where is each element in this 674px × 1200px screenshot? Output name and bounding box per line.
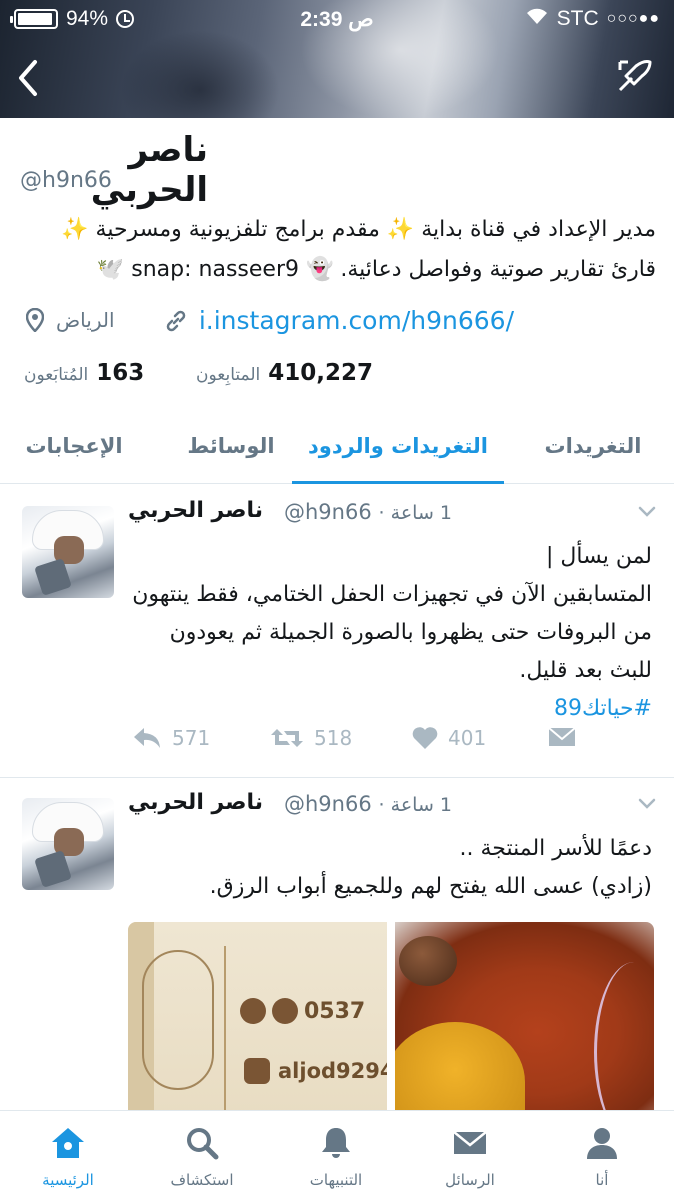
bottom-tab-bar: الرئيسية استكشاف التنبيهات الرسائل أنا [0, 1110, 674, 1200]
followers-stat[interactable]: المتابِعون 410,227 [196, 360, 373, 386]
tweet-header: ناصر الحربي @h9n66 1 ساعة · [128, 498, 658, 530]
tab-notifications[interactable]: التنبيهات [286, 1111, 386, 1200]
reply-count: 571 [172, 726, 211, 750]
profile-banner: 94% 2:39 ص STC ○○○●● [0, 0, 674, 118]
media-instagram-text: aljod9294 [278, 1059, 387, 1083]
tweet-line: للبث بعد قليل. [519, 658, 652, 683]
status-bar: 94% 2:39 ص STC ○○○●● [0, 0, 674, 38]
tweet-actions: 571 518 401 [128, 726, 652, 762]
tab-messages[interactable]: الرسائل [420, 1111, 520, 1200]
followers-label: المتابِعون [196, 365, 261, 385]
reply-icon [134, 728, 160, 748]
tweet[interactable]: ناصر الحربي @h9n66 1 ساعة · دعمًا للأسر … [0, 778, 674, 1122]
signal-icon: ○○○●● [606, 10, 660, 27]
profile-handle: @h9n66 [20, 168, 112, 193]
profile-bio: مدير الإعداد في قناة بداية ✨ مقدم برامج … [16, 210, 656, 290]
feather-icon [618, 60, 652, 92]
retweet-count: 518 [314, 726, 353, 750]
tweet-time: 1 ساعة · [378, 502, 452, 524]
like-button[interactable]: 401 [412, 726, 486, 750]
chevron-down-icon[interactable] [636, 500, 658, 522]
like-count: 401 [448, 726, 487, 750]
search-icon [187, 1128, 219, 1160]
location-pin-icon [26, 308, 44, 332]
envelope-icon [453, 1131, 487, 1154]
following-stat[interactable]: المُتابَعون 163 [24, 360, 144, 386]
following-count: 163 [96, 360, 145, 386]
media-phone: 0537 [240, 998, 365, 1024]
tweet-line: المتسابقين الآن في تجهيزات الحفل الختامي… [132, 582, 652, 607]
tweet-time: 1 ساعة · [378, 794, 452, 816]
bio-line: قارئ تقارير صوتية وفواصل دعائية. 👻 snap:… [96, 257, 656, 282]
profile-link[interactable]: i.instagram.com/h9n666/ [165, 306, 514, 335]
media-phone-text: 0537 [304, 998, 366, 1024]
following-label: المُتابَعون [24, 365, 89, 385]
tab-tweets-replies[interactable]: التغريدات والردود [292, 410, 504, 484]
location-label: الرياض [56, 308, 115, 332]
tab-tweets[interactable]: التغريدات [512, 410, 674, 484]
tweet-line: لمن يسأل | [545, 544, 652, 569]
reply-button[interactable]: 571 [132, 726, 210, 750]
avatar[interactable] [22, 798, 114, 890]
link-icon [166, 310, 186, 331]
tweet[interactable]: ناصر الحربي @h9n66 1 ساعة · لمن يسأل | ا… [0, 486, 674, 778]
tweet-header: ناصر الحربي @h9n66 1 ساعة · [128, 790, 658, 822]
retweet-icon [271, 729, 303, 747]
chevron-left-icon [19, 60, 37, 96]
hashtag-link[interactable]: #حياتك89 [128, 690, 652, 728]
instagram-icon [244, 1058, 270, 1084]
bell-icon [322, 1128, 350, 1158]
tab-likes[interactable]: الإعجابات [10, 410, 138, 484]
avatar[interactable] [22, 506, 114, 598]
tab-me[interactable]: أنا [552, 1111, 652, 1200]
person-icon [587, 1128, 617, 1159]
tab-home[interactable]: الرئيسية [18, 1111, 118, 1200]
profile-tabs: التغريدات التغريدات والردود الوسائط الإع… [0, 410, 674, 484]
bio-line: مدير الإعداد في قناة بداية ✨ مقدم برامج … [61, 217, 656, 242]
media-instagram: aljod9294 [244, 1058, 387, 1084]
media-image-spices[interactable] [395, 922, 654, 1122]
whatsapp-icon [272, 998, 298, 1024]
tab-explore-label: استكشاف [170, 1171, 234, 1189]
tab-media[interactable]: الوسائط [176, 410, 286, 484]
tweet-line: دعمًا للأسر المنتجة .. [459, 836, 652, 861]
tweet-text: لمن يسأل | المتسابقين الآن في تجهيزات ال… [128, 538, 652, 728]
tweet-line: من البروفات حتى يظهروا بالصورة الجميلة ث… [169, 620, 652, 645]
direct-message-button[interactable] [548, 726, 576, 748]
tweet-line: (زادي) عسى الله يفتح لهم وللجميع أبواب ا… [209, 874, 652, 899]
tab-messages-label: الرسائل [445, 1171, 495, 1189]
logo-seal [142, 950, 214, 1090]
tweet-text: دعمًا للأسر المنتجة .. (زادي) عسى الله ي… [128, 830, 652, 906]
retweet-button[interactable]: 518 [270, 726, 352, 750]
phone-icon [240, 998, 266, 1024]
envelope-icon [548, 727, 576, 746]
back-button[interactable] [8, 52, 48, 98]
tab-notifications-label: التنبيهات [309, 1171, 363, 1189]
tweet-author-name[interactable]: ناصر الحربي [128, 790, 263, 815]
media-image-business-card[interactable]: 0537 aljod9294 [128, 922, 387, 1122]
profile-location: الرياض [26, 308, 115, 332]
chevron-down-icon[interactable] [636, 792, 658, 814]
tab-explore[interactable]: استكشاف [152, 1111, 252, 1200]
wifi-icon [525, 7, 549, 31]
tab-home-label: الرئيسية [42, 1171, 94, 1189]
tweet-author-name[interactable]: ناصر الحربي [128, 498, 263, 523]
edit-profile-button[interactable] [616, 56, 656, 96]
heart-icon [412, 727, 438, 749]
tweet-media[interactable]: 0537 aljod9294 [128, 922, 654, 1122]
tweet-author-handle: @h9n66 [284, 500, 372, 524]
tab-me-label: أنا [595, 1171, 609, 1189]
home-icon [52, 1128, 84, 1158]
carrier-name: STC [556, 7, 599, 30]
followers-count: 410,227 [268, 360, 374, 386]
profile-url[interactable]: i.instagram.com/h9n666/ [199, 306, 514, 335]
tweet-author-handle: @h9n66 [284, 792, 372, 816]
